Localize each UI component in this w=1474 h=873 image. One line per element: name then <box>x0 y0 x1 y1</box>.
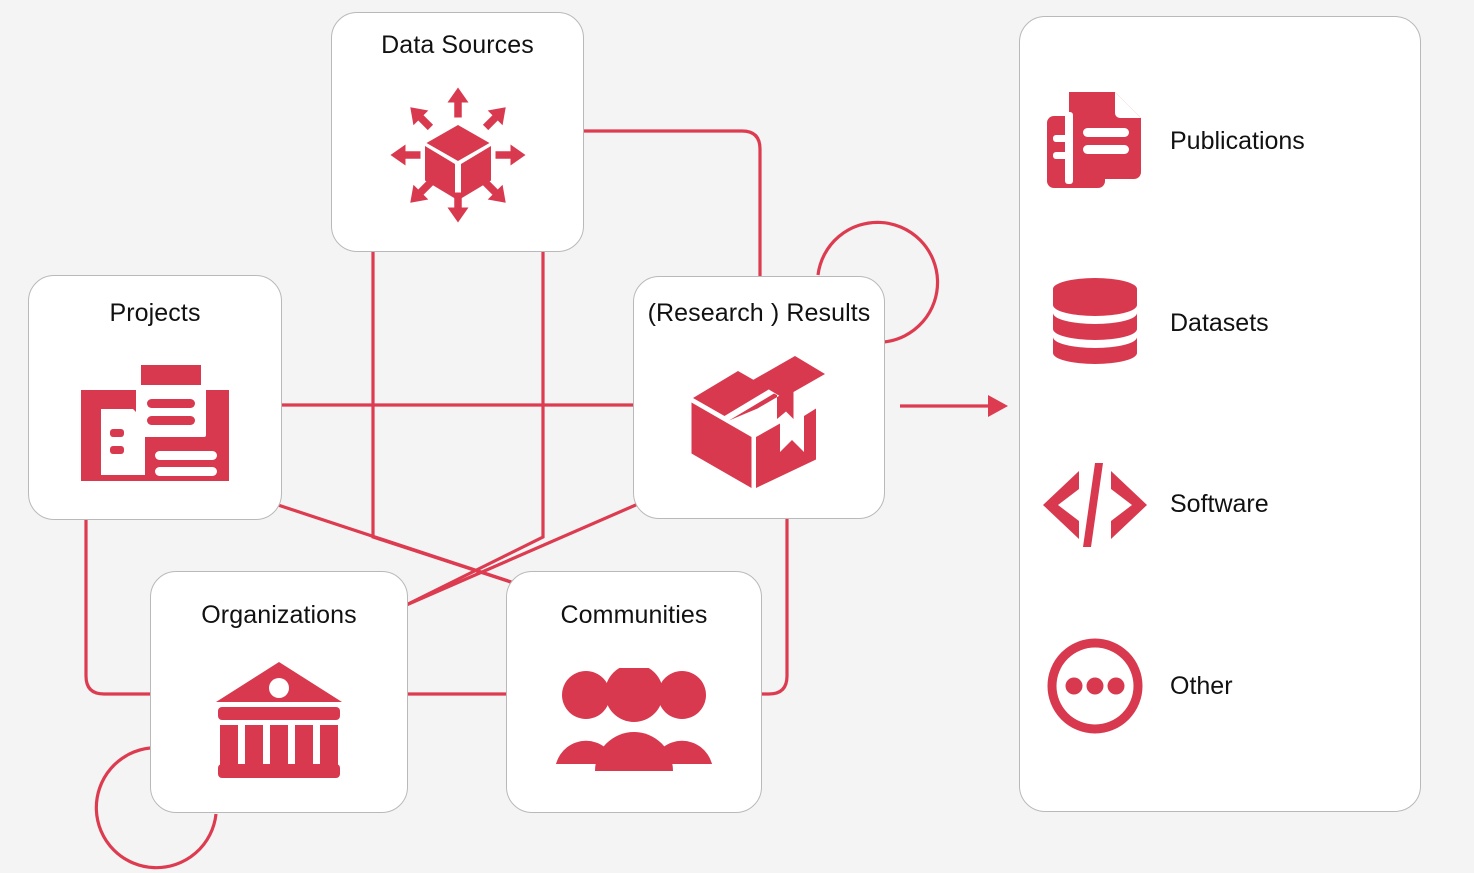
edge-datasources-communities <box>371 252 585 608</box>
output-row-other[interactable]: Other <box>1020 611 1420 761</box>
outputs-panel: Publications Datasets Software Other <box>1019 16 1421 812</box>
entity-label-results: (Research ) Results <box>647 299 871 327</box>
entity-card-organizations[interactable]: Organizations <box>150 571 408 813</box>
open-box-icon <box>634 326 884 518</box>
entity-card-projects[interactable]: Projects <box>28 275 282 520</box>
cube-distribute-icon <box>332 58 583 251</box>
edge-projects-organizations <box>84 520 150 696</box>
entity-card-communities[interactable]: Communities <box>506 571 762 813</box>
edge-datasources-results <box>584 129 762 276</box>
entity-card-data-sources[interactable]: Data Sources <box>331 12 584 252</box>
output-label-other: Other <box>1170 671 1233 700</box>
documents-stack-icon <box>1020 90 1170 194</box>
entity-label-projects: Projects <box>109 299 201 327</box>
output-label-publications: Publications <box>1170 127 1305 156</box>
database-cylinder-icon <box>1020 277 1170 369</box>
institution-icon <box>151 628 407 812</box>
edge-results-communities <box>762 519 789 696</box>
output-label-software: Software <box>1170 490 1269 519</box>
output-row-datasets[interactable]: Datasets <box>1020 248 1420 398</box>
entity-label-data-sources: Data Sources <box>381 31 534 59</box>
project-documents-icon <box>29 326 281 519</box>
output-row-publications[interactable]: Publications <box>1020 67 1420 217</box>
people-group-icon <box>507 628 761 812</box>
arrowhead-icon <box>988 395 1008 417</box>
edge-datasources-organizations <box>403 252 545 608</box>
entity-label-communities: Communities <box>560 601 708 629</box>
code-brackets-icon <box>1020 459 1170 551</box>
output-label-datasets: Datasets <box>1170 308 1269 337</box>
ellipsis-circle-icon <box>1020 636 1170 736</box>
entity-label-organizations: Organizations <box>201 601 357 629</box>
diagram-canvas: Data Sources Projects (Research) Result… <box>0 0 1474 873</box>
output-row-software[interactable]: Software <box>1020 430 1420 580</box>
entity-card-results[interactable]: (Research ) Results <box>633 276 885 519</box>
